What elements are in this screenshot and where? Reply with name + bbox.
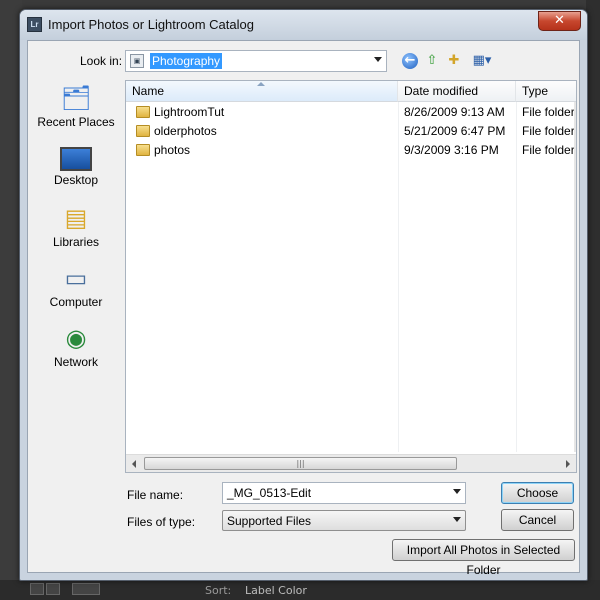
import-all-button[interactable]: Import All Photos in Selected Folder (392, 539, 575, 577)
folder-icon (136, 106, 150, 118)
new-folder-icon[interactable]: ✚ (446, 53, 462, 69)
place-network[interactable]: ◉ Network (30, 323, 122, 379)
lookin-dropdown[interactable]: ▣ Photography (125, 50, 387, 72)
title-bar[interactable]: Lr Import Photos or Lightroom Catalog ✕ (20, 10, 587, 40)
import-dialog: Lr Import Photos or Lightroom Catalog ✕ … (19, 9, 588, 581)
column-header-type[interactable]: Type (516, 81, 576, 102)
views-menu-icon[interactable]: ▦▾ (470, 53, 494, 69)
file-date: 5/21/2009 6:47 PM (404, 124, 506, 138)
scroll-left-icon[interactable] (132, 460, 136, 468)
dialog-client-area: Look in: ▣ Photography ← ⇧ ✚ ▦▾ 🗂 Recent… (27, 40, 580, 577)
chevron-down-icon[interactable] (374, 57, 382, 62)
place-desktop[interactable]: Desktop (30, 143, 122, 199)
place-recent-places[interactable]: 🗂 Recent Places (30, 83, 122, 139)
chevron-down-icon[interactable] (453, 517, 461, 522)
close-button[interactable]: ✕ (538, 11, 581, 31)
places-bar: 🗂 Recent Places Desktop ▤ Libraries ▭ Co… (30, 81, 122, 401)
vertical-scroll-edge (574, 102, 576, 452)
file-name: photos (154, 143, 191, 157)
place-label: Desktop (53, 173, 99, 187)
file-date: 8/26/2009 9:13 AM (404, 105, 505, 119)
filename-field[interactable]: _MG_0513-Edit (222, 482, 466, 504)
compare-view-toggle[interactable] (72, 583, 100, 595)
cancel-button[interactable]: Cancel (501, 509, 574, 531)
list-item[interactable]: olderphotos 5/21/2009 6:47 PM File folde… (126, 122, 576, 141)
scroll-right-icon[interactable] (566, 460, 570, 468)
back-arrow-icon[interactable]: ← (402, 53, 418, 69)
libraries-icon: ▤ (64, 204, 88, 232)
column-header-date[interactable]: Date modified (398, 81, 516, 102)
recent-places-icon: 🗂 (60, 84, 92, 112)
dialog-title: Import Photos or Lightroom Catalog (48, 17, 254, 32)
filetype-label: Files of type: (127, 515, 196, 529)
file-type: File folder (522, 124, 575, 138)
loupe-view-toggle[interactable] (46, 583, 60, 595)
scrollbar-thumb[interactable]: ||| (144, 457, 457, 470)
file-name: olderphotos (154, 124, 217, 138)
horizontal-scrollbar[interactable]: ||| (126, 454, 576, 472)
file-date: 9/3/2009 3:16 PM (404, 143, 499, 157)
filename-label: File name: (127, 488, 184, 502)
lightroom-background-right (586, 0, 600, 600)
sort-label: Sort: (205, 584, 232, 597)
place-label: Computer (49, 295, 103, 309)
folder-icon: ▣ (130, 54, 144, 68)
grid-view-toggle[interactable] (30, 583, 44, 595)
sort-ascending-icon (257, 82, 265, 86)
up-folder-icon[interactable]: ⇧ (424, 53, 440, 69)
file-list[interactable]: Name Date modified Type LightroomTut 8/2… (125, 80, 577, 473)
file-type: File folder (522, 105, 575, 119)
file-name: LightroomTut (154, 105, 225, 119)
place-label: Recent Places (37, 115, 115, 129)
filename-value: _MG_0513-Edit (227, 486, 312, 500)
list-item[interactable]: photos 9/3/2009 3:16 PM File folder (126, 141, 576, 160)
lookin-label: Look in: (80, 54, 123, 68)
place-label: Network (53, 355, 98, 369)
lightroom-app-icon: Lr (27, 17, 42, 32)
place-computer[interactable]: ▭ Computer (30, 263, 122, 319)
network-icon: ◉ (65, 324, 87, 352)
place-label: Libraries (52, 235, 100, 249)
filetype-select[interactable]: Supported Files (222, 510, 466, 531)
computer-icon: ▭ (64, 264, 88, 292)
desktop-icon (60, 147, 92, 171)
choose-button[interactable]: Choose (501, 482, 574, 504)
file-type: File folder (522, 143, 575, 157)
list-item[interactable]: LightroomTut 8/26/2009 9:13 AM File fold… (126, 103, 576, 122)
folder-icon (136, 144, 150, 156)
sort-value[interactable]: Label Color (245, 584, 307, 597)
filetype-value: Supported Files (227, 514, 312, 528)
chevron-down-icon[interactable] (453, 489, 461, 494)
lightroom-filmstrip-toolbar: Sort: Label Color (0, 580, 600, 600)
lookin-value: Photography (148, 52, 224, 70)
place-libraries[interactable]: ▤ Libraries (30, 203, 122, 259)
folder-icon (136, 125, 150, 137)
